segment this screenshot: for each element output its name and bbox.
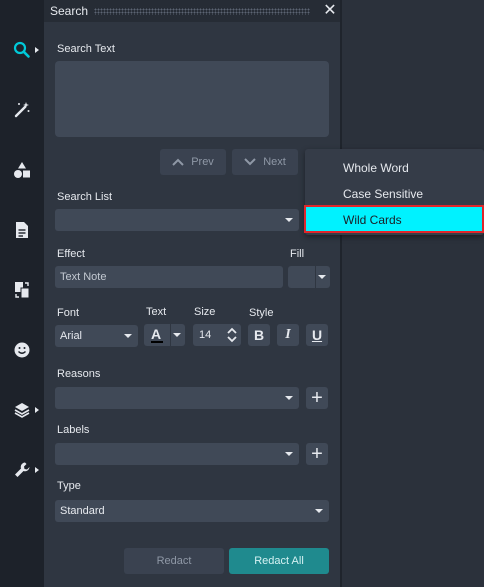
add-reason-button[interactable]: + [306, 387, 328, 409]
stepper-up-icon[interactable] [227, 327, 237, 334]
stepper-down-icon[interactable] [227, 336, 237, 343]
reasons-label: Reasons [57, 368, 101, 380]
menu-item-case-sensitive[interactable]: Case Sensitive [305, 181, 484, 207]
document-icon [16, 222, 28, 238]
rail-shapes-button[interactable] [0, 150, 44, 190]
wrench-icon [15, 462, 30, 477]
italic-button[interactable]: I [277, 324, 299, 346]
add-label-button[interactable]: + [306, 443, 328, 465]
font-label: Font [57, 307, 80, 319]
redact-all-button[interactable]: Redact All [229, 548, 329, 574]
rail-search-button[interactable] [0, 30, 44, 70]
rail-page-swap-button[interactable] [0, 270, 44, 310]
shapes-icon [14, 162, 30, 178]
prev-label: Prev [191, 156, 214, 168]
highlight-outline [304, 205, 484, 233]
style-label: Style [249, 307, 274, 319]
underline-button[interactable]: U [306, 324, 328, 346]
text-color-swatch [151, 341, 163, 343]
type-select[interactable]: Standard [55, 500, 329, 522]
divider [170, 324, 171, 346]
fill-label: Fill [290, 248, 305, 260]
search-panel: Search ✕ Search Text Prev Next Search Li… [44, 0, 340, 587]
reasons-select[interactable] [55, 387, 299, 409]
prev-button[interactable]: Prev [160, 149, 226, 175]
menu-item-whole-word[interactable]: Whole Word [305, 155, 484, 181]
rail-tools-button[interactable] [0, 450, 44, 490]
dropdown-arrow-icon [173, 333, 181, 337]
type-value: Standard [60, 505, 105, 517]
labels-select[interactable] [55, 443, 299, 465]
rail-document-button[interactable] [0, 210, 44, 250]
effect-value: Text Note [60, 271, 107, 283]
submenu-caret-icon [35, 467, 39, 473]
submenu-caret-icon [35, 407, 39, 413]
bold-button[interactable]: B [248, 324, 270, 346]
search-icon [13, 41, 30, 58]
chevron-down-icon [244, 158, 256, 166]
document-area [340, 0, 484, 587]
left-toolbar [0, 0, 44, 587]
effect-label: Effect [57, 248, 85, 260]
search-text-input[interactable] [55, 61, 329, 137]
page-swap-icon [15, 282, 30, 299]
font-size-stepper[interactable]: 14 [193, 324, 241, 346]
panel-titlebar[interactable]: Search ✕ [44, 0, 340, 22]
panel-title: Search [50, 4, 89, 18]
close-icon[interactable]: ✕ [320, 0, 340, 22]
font-value: Arial [60, 330, 83, 342]
type-label: Type [57, 480, 81, 492]
text-color-picker[interactable]: A [144, 324, 185, 346]
dropdown-arrow-icon [285, 396, 293, 400]
labels-label: Labels [57, 424, 90, 436]
search-list-label: Search List [57, 191, 113, 203]
effect-select[interactable]: Text Note [55, 266, 283, 288]
next-label: Next [263, 156, 286, 168]
divider [315, 266, 316, 288]
text-color-icon: A [151, 326, 162, 342]
size-label: Size [194, 306, 216, 318]
dropdown-arrow-icon [124, 334, 132, 338]
dropdown-arrow-icon [318, 275, 326, 279]
redact-button[interactable]: Redact [124, 548, 224, 574]
search-text-label: Search Text [57, 43, 115, 55]
search-list-select[interactable] [55, 209, 299, 231]
rail-magic-wand-button[interactable] [0, 90, 44, 130]
fill-color-picker[interactable] [288, 266, 330, 288]
layers-icon [14, 403, 30, 418]
font-size-value: 14 [199, 329, 212, 341]
dropdown-arrow-icon [285, 218, 293, 222]
dropdown-arrow-icon [285, 452, 293, 456]
magic-wand-icon [14, 102, 30, 118]
text-label: Text [146, 306, 167, 318]
font-select[interactable]: Arial [55, 325, 138, 347]
emoji-icon [14, 342, 30, 358]
drag-grip[interactable] [94, 7, 310, 15]
chevron-up-icon [172, 158, 184, 166]
rail-layers-button[interactable] [0, 390, 44, 430]
dropdown-arrow-icon [315, 509, 323, 513]
next-button[interactable]: Next [232, 149, 298, 175]
rail-stamp-button[interactable] [0, 330, 44, 370]
submenu-caret-icon [35, 47, 39, 53]
